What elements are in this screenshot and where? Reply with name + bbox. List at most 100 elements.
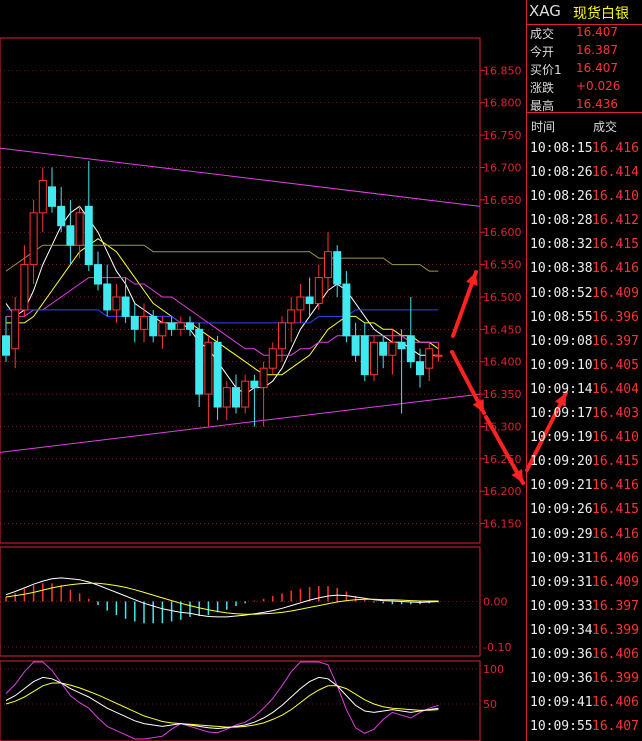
kdj-j-line <box>5 661 439 740</box>
candle-body <box>20 264 29 311</box>
arrow-head <box>466 272 478 286</box>
tick-price: 16.415 <box>592 502 639 518</box>
tick-row[interactable]: 10:09:31 16.409 <box>527 571 642 595</box>
price-tick-label: 16.550 <box>483 259 522 272</box>
candle-body <box>259 367 268 389</box>
tick-price: 16.416 <box>592 141 639 156</box>
tick-time: 10:09:14 <box>530 381 593 397</box>
candle-body <box>314 277 323 304</box>
price-tick-label: 16.600 <box>483 226 522 239</box>
trendline <box>0 147 481 207</box>
tick-row[interactable]: 10:09:41 16.406 <box>527 691 642 715</box>
tick-list[interactable]: 时间 成交 10:08:15 16.416 10:08:26 16.414 10:08:… <box>527 112 642 739</box>
tick-row[interactable]: 10:09:31 16.406 <box>527 547 642 571</box>
candle-body <box>342 283 351 337</box>
kdj-frame <box>0 660 481 741</box>
tick-row[interactable]: 10:09:33 16.397 <box>527 595 642 619</box>
candle-body <box>176 322 185 330</box>
tick-time: 10:09:26 <box>530 502 593 518</box>
tick-row[interactable]: 10:09:34 16.399 <box>527 619 642 643</box>
candle-body <box>84 205 93 266</box>
tick-price: 16.404 <box>592 381 639 397</box>
macd-panel: 0.00 -0.10 <box>0 546 511 657</box>
tick-price-header: 成交 <box>593 120 618 134</box>
tick-price: 16.414 <box>592 165 639 181</box>
candle-body <box>29 212 38 266</box>
tick-row[interactable]: 10:09:29 16.416 <box>527 523 642 547</box>
tick-row[interactable]: 10:08:32 16.415 <box>527 233 642 257</box>
tick-price: 16.396 <box>592 309 639 325</box>
candle-body <box>94 264 102 285</box>
tick-time: 10:08:55 <box>530 309 593 325</box>
tick-time: 10:08:15 <box>530 141 593 156</box>
tick-row[interactable]: 10:09:55 16.407 <box>527 715 642 739</box>
tick-row[interactable]: 10:09:21 16.416 <box>527 474 642 498</box>
tick-time: 10:09:33 <box>530 598 593 614</box>
quote-row: 今开 16.387 <box>527 42 642 60</box>
tick-price: 16.416 <box>592 478 639 494</box>
kdj-panel: 100 50 <box>0 660 504 741</box>
candle-body <box>48 186 56 207</box>
price-tick-label: 16.800 <box>483 97 522 110</box>
tick-time-header: 时间 <box>531 120 556 134</box>
tick-row[interactable]: 10:08:26 16.414 <box>527 161 642 185</box>
candle-body <box>195 328 204 395</box>
candle-body <box>11 309 20 350</box>
candle-body <box>213 341 222 408</box>
price-tick-label: 16.500 <box>483 291 522 304</box>
candle-body <box>149 315 158 337</box>
tick-price: 16.415 <box>592 454 639 470</box>
tick-row[interactable]: 10:09:17 16.403 <box>527 402 642 426</box>
tick-time: 10:08:26 <box>530 189 593 205</box>
tick-price: 16.397 <box>592 333 639 349</box>
tick-time: 10:09:19 <box>530 430 593 446</box>
quote-value: +0.026 <box>576 79 621 93</box>
tick-time: 10:09:31 <box>530 550 593 566</box>
tick-row[interactable]: 10:08:26 16.410 <box>527 185 642 209</box>
price-tick-label: 16.200 <box>483 485 522 498</box>
tick-price: 16.409 <box>592 574 639 590</box>
candle-body <box>287 309 296 324</box>
price-tick-label: 16.700 <box>483 161 522 174</box>
candle-body <box>351 335 360 356</box>
candle-body <box>406 335 415 363</box>
candle-body <box>158 322 167 337</box>
symbol-name: 现货白银 <box>573 6 629 22</box>
candle-body <box>434 354 443 357</box>
candle-body <box>103 283 112 311</box>
tick-price: 16.410 <box>592 430 639 446</box>
tick-row[interactable]: 10:09:19 16.410 <box>527 426 642 450</box>
tick-row[interactable]: 10:08:52 16.409 <box>527 282 642 306</box>
candle-body <box>38 179 47 214</box>
candle-body <box>186 322 194 330</box>
tick-row[interactable]: 10:09:20 16.415 <box>527 450 642 474</box>
tick-price: 16.416 <box>592 526 639 542</box>
tick-row[interactable]: 10:08:28 16.412 <box>527 209 642 233</box>
tick-time: 10:09:08 <box>530 333 593 349</box>
price-tick-label: 16.350 <box>483 388 522 401</box>
macd-tick-label: -0.10 <box>483 641 511 654</box>
quote-label: 涨跌 <box>530 81 555 95</box>
candle-body <box>241 380 250 408</box>
kdj-d-line <box>5 682 439 728</box>
tick-row[interactable]: 10:08:55 16.396 <box>527 306 642 330</box>
tick-time: 10:09:41 <box>530 695 593 711</box>
tick-row[interactable]: 10:09:26 16.415 <box>527 498 642 522</box>
tick-row[interactable]: 10:09:36 16.399 <box>527 667 642 691</box>
tick-row[interactable]: 10:09:36 16.406 <box>527 643 642 667</box>
candle-body <box>204 341 213 395</box>
candle-body <box>296 296 305 311</box>
tick-row[interactable]: 10:09:14 16.404 <box>527 378 642 402</box>
tick-price: 16.405 <box>592 357 639 373</box>
tick-time: 10:09:36 <box>530 646 593 662</box>
candle-body <box>360 335 369 376</box>
tick-price: 16.406 <box>592 550 639 566</box>
tick-row[interactable]: 10:09:08 16.397 <box>527 330 642 354</box>
candle-body <box>388 341 397 356</box>
tick-row[interactable]: 10:08:15 16.416 <box>527 137 642 161</box>
tick-price: 16.412 <box>592 213 639 229</box>
tick-row[interactable]: 10:08:38 16.416 <box>527 257 642 281</box>
tick-row[interactable]: 10:09:10 16.405 <box>527 354 642 378</box>
tick-time: 10:09:17 <box>530 406 593 422</box>
tick-price: 16.399 <box>592 671 639 687</box>
